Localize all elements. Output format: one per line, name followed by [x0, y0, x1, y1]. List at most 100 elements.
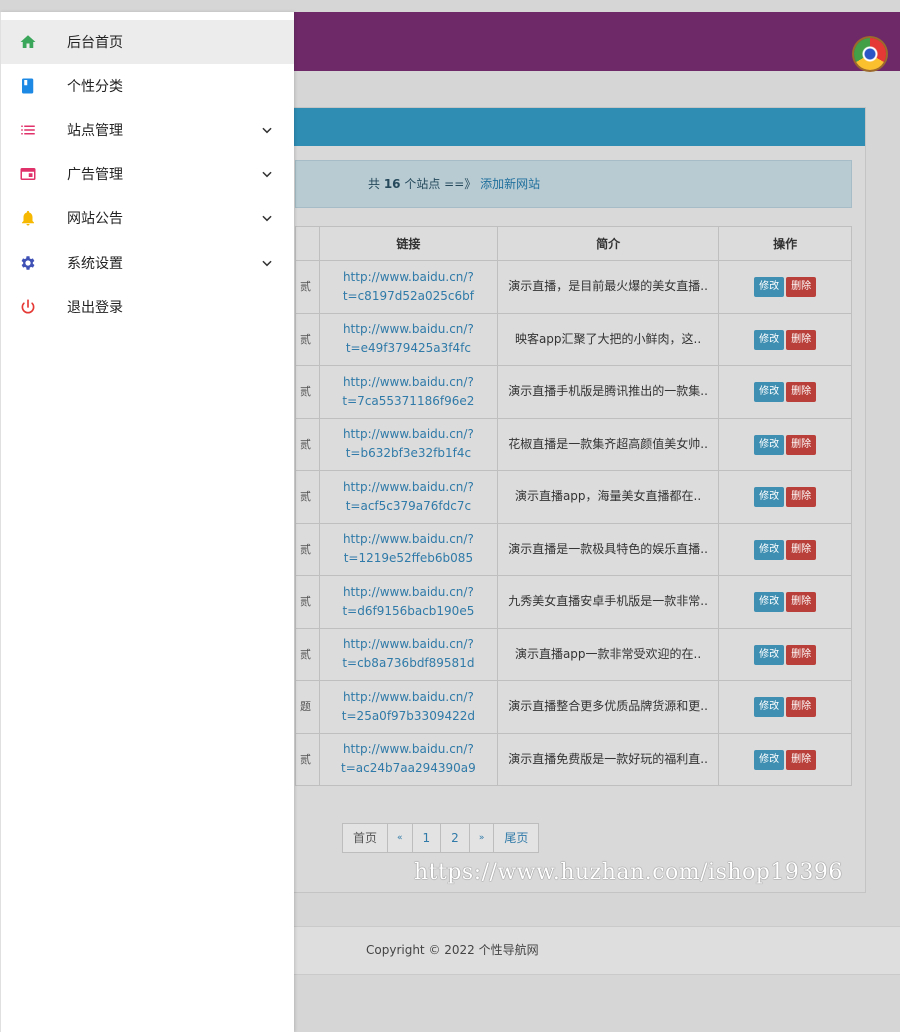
- page-prev[interactable]: «: [387, 823, 413, 853]
- edit-button[interactable]: 修改: [754, 382, 785, 403]
- row-link[interactable]: http://www.baidu.cn/? t=25a0f97b3309422d: [318, 680, 498, 734]
- delete-button[interactable]: 删除: [786, 749, 817, 770]
- sidebar-item-home[interactable]: 后台首页: [1, 20, 294, 64]
- header-actions: 操作: [718, 226, 852, 261]
- list-icon: [15, 120, 41, 140]
- row-actions: 修改 删除: [718, 522, 852, 576]
- sidebar-item-bell[interactable]: 网站公告: [1, 196, 294, 240]
- row-link[interactable]: http://www.baidu.cn/? t=b632bf3e32fb1f4c: [318, 417, 498, 471]
- page-2[interactable]: 2: [440, 823, 470, 853]
- row-link-line2[interactable]: t=b632bf3e32fb1f4c: [346, 446, 471, 460]
- row-link-line2[interactable]: t=1219e52ffeb6b085: [344, 551, 473, 565]
- row-description: 演示直播app一款非常受欢迎的在..: [496, 627, 720, 681]
- edit-button[interactable]: 修改: [754, 644, 785, 665]
- row-link-line1[interactable]: http://www.baidu.cn/?: [343, 742, 474, 756]
- chevron-down-icon[interactable]: [260, 210, 274, 224]
- row-actions: 修改 删除: [718, 365, 852, 419]
- sidebar-item-label: 广告管理: [67, 167, 123, 183]
- row-link-line2[interactable]: t=7ca55371186f96e2: [342, 394, 474, 408]
- row-link-line2[interactable]: t=e49f379425a3f4fc: [346, 341, 471, 355]
- ad-card-icon: [15, 164, 41, 184]
- row-description: 花椒直播是一款集齐超高颜值美女帅..: [496, 417, 720, 471]
- row-link-line2[interactable]: t=acf5c379a76fdc7c: [346, 499, 471, 513]
- table-row: 贰 http://www.baidu.cn/? t=e49f379425a3f4fc…: [295, 312, 852, 366]
- sidebar-item-power[interactable]: 退出登录: [1, 285, 294, 329]
- row-actions: 修改 删除: [718, 732, 852, 786]
- row-link[interactable]: http://www.baidu.cn/? t=cb8a736bdf89581d: [318, 627, 498, 681]
- row-name-cut: 贰: [295, 260, 320, 314]
- delete-button[interactable]: 删除: [786, 277, 817, 298]
- bell-icon: [15, 208, 41, 228]
- copyright-text: Copyright © 2022 个性导航网: [366, 943, 539, 957]
- row-actions: 修改 删除: [718, 260, 852, 314]
- row-link-line1[interactable]: http://www.baidu.cn/?: [343, 480, 474, 494]
- row-link[interactable]: http://www.baidu.cn/? t=d6f9156bacb190e5: [318, 575, 498, 629]
- row-actions: 修改 删除: [718, 680, 852, 734]
- row-name-cut: 贰: [295, 522, 320, 576]
- row-actions: 修改 删除: [718, 575, 852, 629]
- add-site-link[interactable]: 添加新网站: [480, 177, 540, 191]
- row-link-line2[interactable]: t=c8197d52a025c6bf: [343, 289, 474, 303]
- edit-button[interactable]: 修改: [754, 487, 785, 508]
- sidebar-item-list[interactable]: 站点管理: [1, 108, 294, 152]
- row-link-line1[interactable]: http://www.baidu.cn/?: [343, 532, 474, 546]
- delete-button[interactable]: 删除: [786, 592, 817, 613]
- row-link-line1[interactable]: http://www.baidu.cn/?: [343, 637, 474, 651]
- row-link-line1[interactable]: http://www.baidu.cn/?: [343, 427, 474, 441]
- row-link-line1[interactable]: http://www.baidu.cn/?: [343, 375, 474, 389]
- row-link-line1[interactable]: http://www.baidu.cn/?: [343, 585, 474, 599]
- row-link[interactable]: http://www.baidu.cn/? t=7ca55371186f96e2: [318, 365, 498, 419]
- edit-button[interactable]: 修改: [754, 697, 785, 718]
- page-first[interactable]: 首页: [342, 823, 389, 853]
- row-actions: 修改 删除: [718, 627, 852, 681]
- count-prefix: 共: [368, 177, 384, 191]
- sidebar-item-gear[interactable]: 系统设置: [1, 241, 294, 285]
- chevron-down-icon[interactable]: [260, 255, 274, 269]
- delete-button[interactable]: 删除: [786, 329, 817, 350]
- edit-button[interactable]: 修改: [754, 539, 785, 560]
- count-suffix: 个站点 ==》: [400, 177, 477, 191]
- page-last[interactable]: 尾页: [493, 823, 540, 853]
- table-row: 贰 http://www.baidu.cn/? t=c8197d52a025c6bf…: [295, 260, 852, 314]
- row-link-line2[interactable]: t=25a0f97b3309422d: [342, 709, 475, 723]
- row-link[interactable]: http://www.baidu.cn/? t=1219e52ffeb6b085: [318, 522, 498, 576]
- edit-button[interactable]: 修改: [754, 749, 785, 770]
- sidebar-item-book[interactable]: 个性分类: [1, 64, 294, 108]
- row-link-line2[interactable]: t=d6f9156bacb190e5: [342, 604, 474, 618]
- delete-button[interactable]: 删除: [786, 697, 817, 718]
- edit-button[interactable]: 修改: [754, 329, 785, 350]
- edit-button[interactable]: 修改: [754, 277, 785, 298]
- row-link-line1[interactable]: http://www.baidu.cn/?: [343, 690, 474, 704]
- delete-button[interactable]: 删除: [786, 434, 817, 455]
- row-link-line2[interactable]: t=cb8a736bdf89581d: [342, 656, 474, 670]
- delete-button[interactable]: 删除: [786, 539, 817, 560]
- delete-button[interactable]: 删除: [786, 644, 817, 665]
- power-icon: [15, 297, 41, 317]
- row-link[interactable]: http://www.baidu.cn/? t=acf5c379a76fdc7c: [318, 470, 498, 524]
- delete-button[interactable]: 删除: [786, 382, 817, 403]
- row-link[interactable]: http://www.baidu.cn/? t=c8197d52a025c6bf: [318, 260, 498, 314]
- page-next[interactable]: »: [468, 823, 495, 853]
- row-link-line1[interactable]: http://www.baidu.cn/?: [343, 322, 474, 336]
- table-row: 贰 http://www.baidu.cn/? t=b632bf3e32fb1f4c…: [295, 417, 852, 471]
- sidebar-item-ad-card[interactable]: 广告管理: [1, 152, 294, 196]
- edit-button[interactable]: 修改: [754, 434, 785, 455]
- row-link-line2[interactable]: t=ac24b7aa294390a9: [341, 761, 476, 775]
- row-name-cut: 贰: [295, 732, 320, 786]
- page-1[interactable]: 1: [411, 823, 442, 853]
- row-actions: 修改 删除: [718, 312, 852, 366]
- row-name-cut: 贰: [295, 575, 320, 629]
- chevron-down-icon[interactable]: [260, 166, 274, 180]
- delete-button[interactable]: 删除: [786, 487, 817, 508]
- table-row: 贰 http://www.baidu.cn/? t=7ca55371186f96e2…: [295, 365, 852, 419]
- row-link[interactable]: http://www.baidu.cn/? t=ac24b7aa294390a9: [318, 732, 498, 786]
- site-count-bar: 共 16 个站点 ==》 添加新网站: [295, 160, 852, 208]
- table-row: 题 http://www.baidu.cn/? t=25a0f97b3309422d…: [295, 680, 852, 734]
- user-avatar[interactable]: [854, 38, 886, 70]
- row-link[interactable]: http://www.baidu.cn/? t=e49f379425a3f4fc: [318, 312, 498, 366]
- row-name-cut: 贰: [295, 312, 320, 366]
- sidebar-item-label: 网站公告: [67, 211, 123, 227]
- row-link-line1[interactable]: http://www.baidu.cn/?: [343, 270, 474, 284]
- edit-button[interactable]: 修改: [754, 592, 785, 613]
- chevron-down-icon[interactable]: [260, 122, 274, 136]
